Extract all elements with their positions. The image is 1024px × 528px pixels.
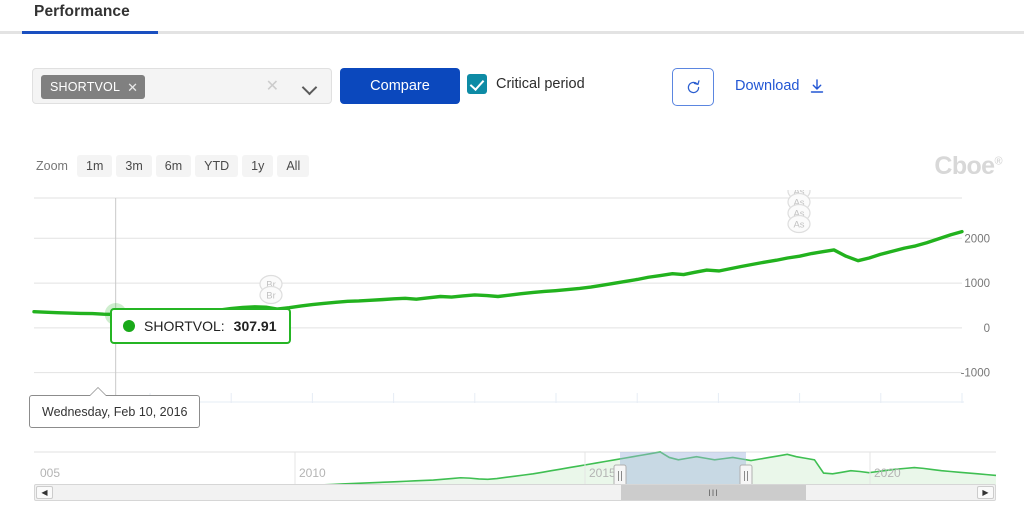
tab-performance[interactable]: Performance [34,3,130,21]
close-icon[interactable]: ✕ [127,81,138,94]
svg-text:1000: 1000 [964,278,990,290]
svg-text:-1000: -1000 [961,368,990,380]
selected-series-label: SHORTVOL [50,80,121,94]
svg-text:2000: 2000 [964,233,990,245]
compare-button[interactable]: Compare [340,68,460,104]
zoom-range-6m[interactable]: 6m [155,155,192,177]
zoom-range-all[interactable]: All [277,155,310,177]
cboe-logo: Cboe® [934,152,1002,180]
zoom-button-group: 1m 3m 6m YTD 1y All [77,155,310,177]
zoom-controls: Zoom 1m 3m 6m YTD 1y All [0,155,1024,181]
refresh-button[interactable] [672,68,714,106]
cboe-logo-text: Cboe [934,152,995,180]
zoom-range-1y[interactable]: 1y [242,155,274,177]
clear-icon[interactable]: ✕ [266,78,279,96]
svg-text:0: 0 [984,323,990,335]
zoom-range-3m[interactable]: 3m [116,155,152,177]
zoom-range-ytd[interactable]: YTD [195,155,239,177]
zoom-range-1m[interactable]: 1m [77,155,113,177]
svg-text:Br: Br [266,291,276,302]
chart-tooltip: SHORTVOL: 307.91 [110,308,292,344]
refresh-icon [687,79,700,93]
tooltip-series-label: SHORTVOL: [144,318,225,334]
svg-text:As: As [793,220,804,231]
performance-chart-page: Performance SHORTVOL ✕ ✕ Compare Critica… [0,0,1024,528]
main-chart: 200010000-1000May '16Jul '16Sep '16Nov '… [0,190,1024,405]
zoom-label: Zoom [36,159,68,173]
download-link[interactable]: Download [735,78,824,94]
svg-text:005: 005 [40,466,60,480]
tooltip-value: 307.91 [233,318,277,334]
arrow-left-icon[interactable]: ◀ [36,486,53,499]
series-marker-icon [123,320,135,332]
navigator-scrollbar[interactable]: ◀ III ▶ [34,484,996,501]
download-label: Download [735,78,800,94]
arrow-right-icon[interactable]: ▶ [977,486,994,499]
tab-bar: Performance [0,0,1024,34]
svg-text:2015: 2015 [589,466,616,480]
crosshair-date-label: Wednesday, Feb 10, 2016 [29,387,201,428]
chevron-down-icon[interactable] [301,79,318,96]
download-icon [810,78,823,93]
chart-toolbar: SHORTVOL ✕ ✕ Compare Critical period [0,60,1024,116]
critical-period-checkbox[interactable] [467,74,487,94]
scrollbar-thumb[interactable]: III [621,485,806,500]
svg-text:2010: 2010 [299,466,326,480]
critical-period-toggle[interactable]: Critical period [467,74,585,94]
chart-canvas: 200010000-1000May '16Jul '16Sep '16Nov '… [32,190,990,403]
series-select[interactable]: SHORTVOL ✕ ✕ [32,68,332,104]
svg-text:2020: 2020 [874,466,901,480]
selected-series-tag[interactable]: SHORTVOL ✕ [41,75,146,99]
critical-period-label: Critical period [496,76,585,92]
tab-active-indicator [22,31,158,34]
